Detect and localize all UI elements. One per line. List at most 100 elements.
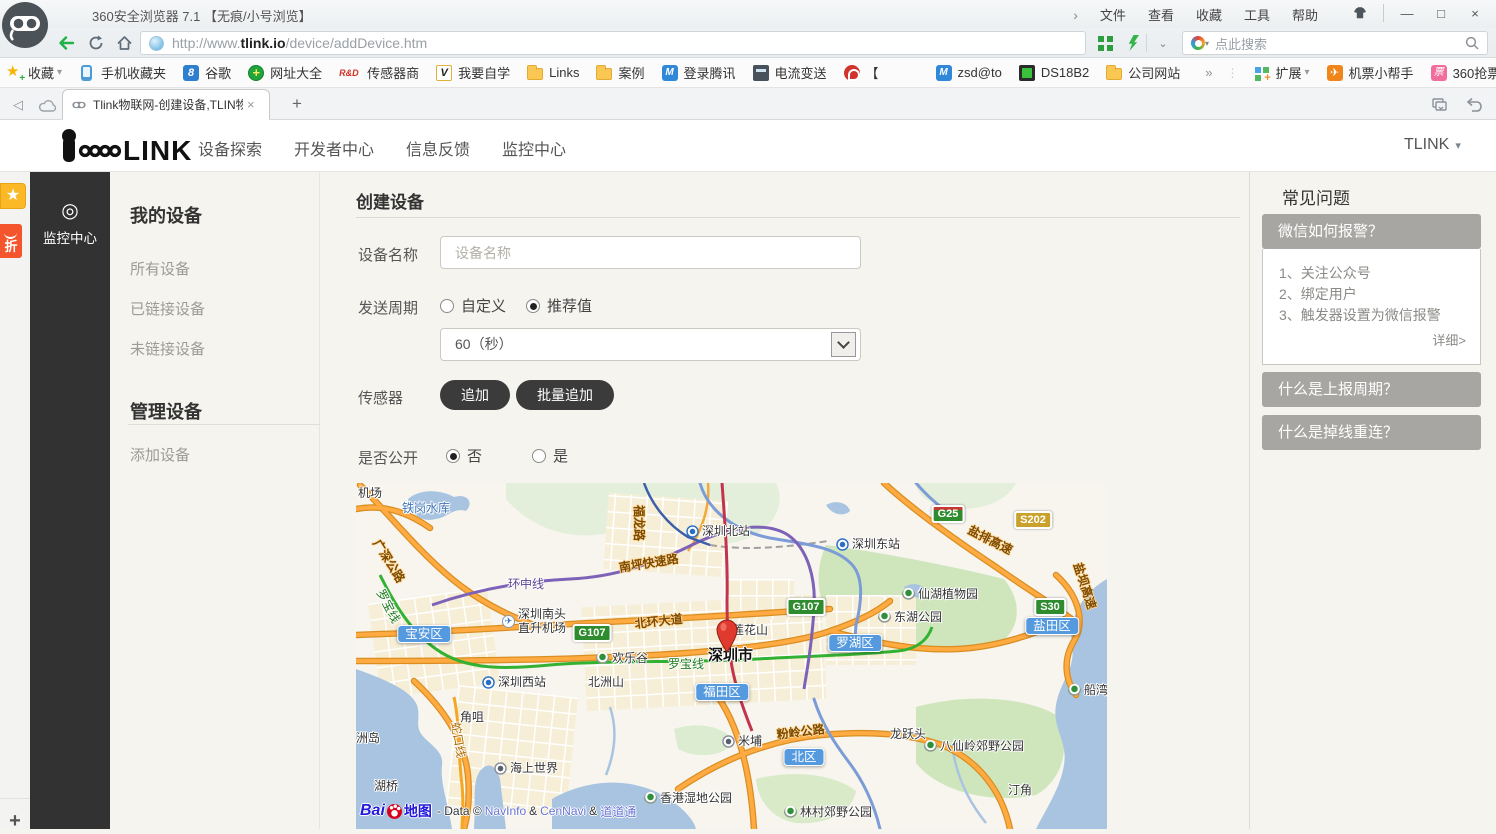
bookmark-item[interactable]: zsd@to: [936, 65, 1002, 81]
bookmark-item[interactable]: 【: [844, 63, 879, 82]
bookmark-item[interactable]: 网址大全: [248, 63, 322, 82]
skin-button[interactable]: [1345, 2, 1375, 24]
period-custom-option[interactable]: 自定义: [440, 295, 506, 316]
faq-more-link[interactable]: 详细>: [1279, 330, 1466, 349]
bookmark-folder[interactable]: 公司网站: [1106, 63, 1180, 82]
discount-gadget-icon[interactable]: 折: [0, 224, 22, 258]
menu-collapse-icon[interactable]: ›: [1073, 7, 1078, 23]
menu-file[interactable]: 文件: [1100, 5, 1126, 24]
radio-unchecked-icon[interactable]: [440, 299, 454, 313]
tab-close-icon[interactable]: ×: [247, 97, 255, 112]
bookmark-item[interactable]: DS18B2: [1019, 65, 1089, 81]
bookmark-folder[interactable]: Links: [527, 65, 579, 80]
select-arrow-button[interactable]: [831, 332, 856, 357]
sidebar-monitor-center[interactable]: ◎ 监控中心: [30, 172, 110, 829]
search-icon[interactable]: [1465, 36, 1479, 50]
search-box[interactable]: ▾ 点此搜索: [1182, 31, 1488, 55]
qr-code-button[interactable]: [1094, 33, 1116, 53]
expand-rail-button[interactable]: +: [0, 808, 30, 834]
public-yes-option[interactable]: 是: [532, 445, 568, 466]
maximize-button[interactable]: □: [1426, 2, 1456, 24]
bookmark-favorites[interactable]: 收藏▾: [6, 63, 62, 82]
map-label: S30: [1034, 598, 1066, 616]
bookmark-item[interactable]: 传感器商: [339, 63, 419, 82]
map-label: 海上世界: [494, 761, 558, 775]
bookmark-item[interactable]: 手机收藏夹: [79, 63, 166, 82]
station-icon: [482, 676, 495, 689]
menu-favorites[interactable]: 收藏: [1196, 5, 1222, 24]
bookmarks-overflow-button[interactable]: »: [1205, 65, 1212, 80]
menu-item-add-device[interactable]: 添加设备: [130, 444, 190, 465]
sensor-label: 传感器: [358, 387, 403, 408]
study-icon: [436, 65, 452, 81]
address-bar[interactable]: http://www.tlink.io/device/addDevice.htm: [140, 31, 1086, 55]
radio-unchecked-icon[interactable]: [532, 449, 546, 463]
menu-help[interactable]: 帮助: [1292, 5, 1318, 24]
bookmark-item[interactable]: 登录腾讯: [662, 63, 736, 82]
nav-feedback[interactable]: 信息反馈: [406, 136, 470, 160]
refresh-icon: [88, 35, 104, 51]
tab-list-button[interactable]: [1428, 94, 1452, 116]
new-tab-button[interactable]: +: [284, 94, 310, 114]
search-input[interactable]: 点此搜索: [1215, 34, 1465, 53]
batch-append-button[interactable]: 批量追加: [516, 380, 614, 410]
append-button[interactable]: 追加: [440, 380, 510, 410]
bookmark-item[interactable]: 谷歌: [183, 63, 231, 82]
collapse-sidebar-button[interactable]: ◁: [6, 94, 30, 116]
address-dropdown-button[interactable]: ⌄: [1152, 33, 1174, 53]
period-recommended-option[interactable]: 推荐值: [526, 295, 592, 316]
menu-item-unlinked-devices[interactable]: 未链接设备: [130, 338, 205, 359]
ticket-grabber-button[interactable]: 360抢票王: [1431, 63, 1496, 82]
page-title: 创建设备: [356, 188, 424, 213]
period-select[interactable]: 60（秒）: [440, 328, 861, 361]
close-button[interactable]: ×: [1460, 2, 1490, 24]
divider: [1383, 4, 1384, 22]
tab-title: Tlink物联网-创建设备,TLIN物联网: [93, 96, 243, 113]
home-button[interactable]: [112, 32, 136, 54]
faq-q2-header[interactable]: 什么是上报周期？: [1262, 372, 1481, 407]
menu-item-linked-devices[interactable]: 已链接设备: [130, 298, 205, 319]
faq-q1-header[interactable]: 微信如何报警？: [1262, 214, 1481, 249]
bookmark-folder[interactable]: 案例: [596, 63, 644, 82]
flight-helper-button[interactable]: 机票小帮手: [1327, 63, 1414, 82]
baidu-map[interactable]: 机场铁岗水库福龙路深圳北站G25S202盐排高速深圳东站广深公路环中线南坪快速路…: [356, 483, 1107, 829]
menu-view[interactable]: 查看: [1148, 5, 1174, 24]
device-name-input[interactable]: [440, 236, 861, 269]
bookmark-item[interactable]: 我要自学: [436, 63, 510, 82]
public-no-option[interactable]: 否: [446, 445, 482, 466]
nav-device-explore[interactable]: 设备探索: [198, 136, 262, 160]
favorite-star-gadget-icon[interactable]: ★: [0, 183, 26, 209]
faq-q3-header[interactable]: 什么是掉线重连？: [1262, 415, 1481, 450]
nav-monitor-center[interactable]: 监控中心: [502, 136, 566, 160]
reopen-closed-tab-button[interactable]: [1462, 94, 1486, 116]
baidu-logo: Bai: [360, 802, 385, 820]
user-account-menu[interactable]: TLINK▾: [1404, 136, 1461, 154]
tab-active[interactable]: Tlink物联网-创建设备,TLIN物联网 ×: [62, 89, 270, 120]
search-engine-caret-icon[interactable]: ▾: [1205, 39, 1209, 48]
back-button[interactable]: [54, 32, 78, 54]
bookmark-item[interactable]: 电流变送: [753, 63, 827, 82]
search-engine-icon[interactable]: [1191, 36, 1205, 50]
speed-mode-button[interactable]: [1122, 33, 1144, 53]
ticket-icon: [1431, 65, 1447, 81]
location-pin-icon[interactable]: [714, 619, 740, 653]
radio-checked-icon[interactable]: [526, 299, 540, 313]
nav-developer-center[interactable]: 开发者中心: [294, 136, 374, 160]
attribution-link[interactable]: CenNavi: [540, 804, 586, 818]
radio-checked-icon[interactable]: [446, 449, 460, 463]
tlink-logo[interactable]: LINK: [58, 128, 208, 171]
faq-title: 常见问题: [1282, 184, 1350, 209]
refresh-button[interactable]: [84, 32, 108, 54]
menu-tools[interactable]: 工具: [1244, 5, 1270, 24]
map-label: 船湾郊: [1068, 683, 1107, 697]
park-icon: [902, 588, 915, 601]
attribution-link[interactable]: NavInfo: [485, 804, 526, 818]
back-arrow-icon: [57, 35, 75, 51]
park-icon: [1068, 684, 1081, 697]
browser-logo-icon[interactable]: [2, 2, 48, 53]
attribution-link[interactable]: 道道通: [600, 803, 636, 820]
cloud-sync-button[interactable]: [36, 94, 60, 116]
minimize-button[interactable]: —: [1392, 2, 1422, 24]
extensions-button[interactable]: 扩展▾: [1254, 63, 1310, 82]
menu-item-all-devices[interactable]: 所有设备: [130, 258, 190, 279]
